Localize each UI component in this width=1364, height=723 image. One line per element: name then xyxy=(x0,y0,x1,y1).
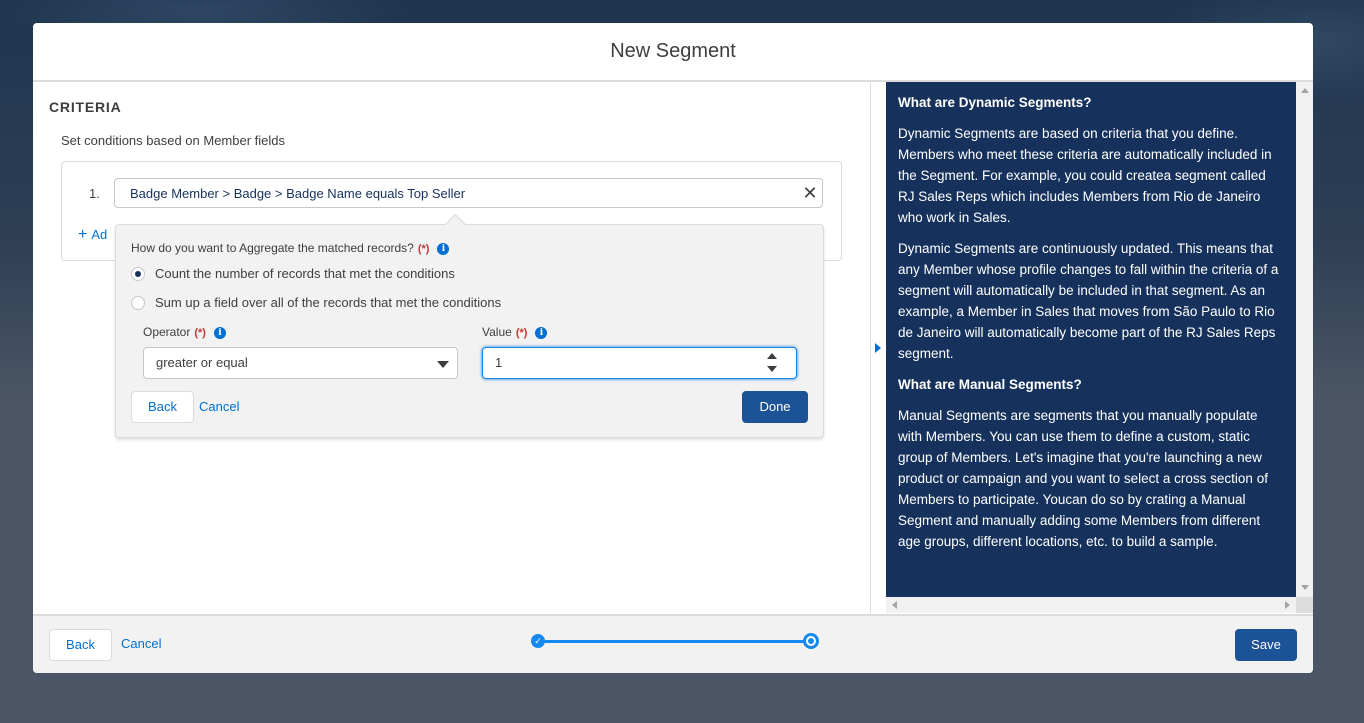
operator-label-text: Operator xyxy=(143,325,191,339)
progress-step-complete-icon[interactable]: ✓ xyxy=(531,634,545,648)
spinner-up-icon[interactable] xyxy=(767,353,777,359)
criteria-subtext: Set conditions based on Member fields xyxy=(61,133,286,148)
progress-bar xyxy=(541,640,811,643)
done-button[interactable]: Done xyxy=(742,391,808,423)
add-condition-link[interactable]: + Ad xyxy=(78,226,107,244)
popover-cancel-link[interactable]: Cancel xyxy=(199,399,239,414)
pane-divider xyxy=(870,82,871,614)
condition-pill[interactable]: Badge Member > Badge > Badge Name equals… xyxy=(114,178,823,208)
footer-cancel-link[interactable]: Cancel xyxy=(121,636,161,651)
number-spinner[interactable] xyxy=(766,350,778,376)
value-label: Value (*) i xyxy=(482,325,548,339)
operator-value: greater or equal xyxy=(156,355,248,370)
help-heading-dynamic: What are Dynamic Segments? xyxy=(898,95,1092,110)
radio-button-checked[interactable] xyxy=(131,266,145,281)
required-marker: (*) xyxy=(417,243,430,255)
info-icon[interactable]: i xyxy=(213,326,226,339)
operator-select[interactable]: greater or equal xyxy=(143,347,458,379)
scroll-up-icon[interactable] xyxy=(1301,88,1309,93)
vertical-scrollbar[interactable] xyxy=(1296,82,1313,597)
value-number-input[interactable]: 1 xyxy=(482,347,797,379)
required-marker: (*) xyxy=(515,327,528,339)
chevron-down-icon xyxy=(437,361,449,368)
help-heading-manual: What are Manual Segments? xyxy=(898,377,1082,392)
plus-icon: + xyxy=(78,226,88,243)
value-input-text: 1 xyxy=(495,355,503,370)
radio-button[interactable] xyxy=(131,295,145,310)
help-panel: What are Dynamic Segments? Dynamic Segme… xyxy=(886,82,1296,597)
aggregate-question: How do you want to Aggregate the matched… xyxy=(131,241,450,255)
new-segment-modal: New Segment CRITERIA Set conditions base… xyxy=(33,23,1313,673)
condition-number: 1. xyxy=(89,186,100,201)
info-icon[interactable]: i xyxy=(535,326,548,339)
info-icon[interactable]: i xyxy=(437,242,450,255)
criteria-pane: CRITERIA Set conditions based on Member … xyxy=(33,82,871,614)
footer-back-button[interactable]: Back xyxy=(49,629,112,661)
help-paragraph-2: Dynamic Segments are continuously update… xyxy=(898,241,1279,361)
operator-label: Operator (*) i xyxy=(143,325,226,339)
radio-sum-label: Sum up a field over all of the records t… xyxy=(155,295,502,310)
help-paragraph-1: Dynamic Segments are based on criteria t… xyxy=(898,126,1272,225)
scroll-down-icon[interactable] xyxy=(1301,585,1309,590)
radio-count-label: Count the number of records that met the… xyxy=(155,266,455,281)
radio-count-records[interactable]: Count the number of records that met the… xyxy=(131,266,455,281)
horizontal-scrollbar[interactable] xyxy=(886,597,1296,613)
criteria-heading: CRITERIA xyxy=(49,99,122,115)
help-paragraph-3: Manual Segments are segments that you ma… xyxy=(898,408,1268,549)
value-label-text: Value xyxy=(482,325,512,339)
modal-footer: Back Cancel ✓ Save xyxy=(33,614,1313,673)
required-marker: (*) xyxy=(194,327,206,339)
progress-step-active[interactable] xyxy=(803,633,819,649)
scroll-left-icon[interactable] xyxy=(892,601,897,609)
aggregate-question-text: How do you want to Aggregate the matched… xyxy=(131,241,414,255)
popover-back-button[interactable]: Back xyxy=(131,391,194,423)
modal-title: New Segment xyxy=(33,23,1313,82)
condition-text: Badge Member > Badge > Badge Name equals… xyxy=(130,186,466,201)
spinner-down-icon[interactable] xyxy=(767,366,777,372)
aggregate-popover: How do you want to Aggregate the matched… xyxy=(115,213,824,438)
scroll-right-icon[interactable] xyxy=(1285,601,1290,609)
panel-toggle-icon[interactable] xyxy=(875,343,881,353)
add-condition-label: Ad xyxy=(91,227,108,242)
scrollbar-corner xyxy=(1296,597,1313,613)
save-button[interactable]: Save xyxy=(1235,629,1297,661)
close-icon[interactable]: ✕ xyxy=(799,179,821,207)
radio-sum-field[interactable]: Sum up a field over all of the records t… xyxy=(131,295,501,310)
